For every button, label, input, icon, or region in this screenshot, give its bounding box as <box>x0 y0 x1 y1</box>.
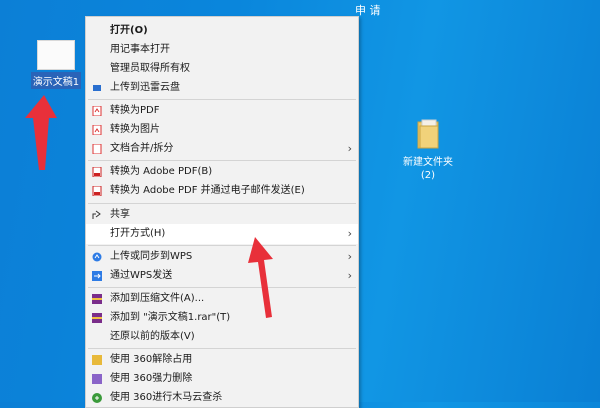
desktop-document[interactable]: 演示文稿1 <box>28 40 84 89</box>
menu-separator <box>88 203 356 204</box>
menu-separator <box>88 99 356 100</box>
menu-item-convert-image[interactable]: 转换为图片 <box>86 120 358 140</box>
menu-separator <box>88 160 356 161</box>
menu-item-add-rar[interactable]: 添加到 "演示文稿1.rar"(T) <box>86 308 358 328</box>
arrow-left-annotation <box>25 95 57 170</box>
pdf-icon <box>92 106 102 116</box>
folder-label-line2: (2) <box>420 170 436 181</box>
chevron-right-icon: › <box>347 227 352 240</box>
menu-separator <box>88 287 356 288</box>
menu-item-open[interactable]: 打开(O) <box>86 21 358 41</box>
document-label: 演示文稿1 <box>30 72 82 89</box>
folder-label-line1: 新建文件夹 <box>403 157 453 168</box>
chevron-right-icon: › <box>347 142 352 155</box>
menu-item-adobe-pdf-email[interactable]: 转换为 Adobe PDF 并通过电子邮件发送(E) <box>86 181 358 201</box>
winrar-icon <box>92 294 102 304</box>
merge-icon <box>92 144 102 154</box>
winrar-icon <box>92 313 102 323</box>
adobe-pdf-icon <box>92 167 102 177</box>
menu-item-open-notepad[interactable]: 用记事本打开 <box>86 40 358 60</box>
menu-item-open-with[interactable]: 打开方式(H) › <box>86 224 358 244</box>
unlock-icon <box>92 355 102 365</box>
menu-item-360-scan[interactable]: 使用 360进行木马云查杀 <box>86 388 358 407</box>
menu-separator <box>88 245 356 246</box>
menu-item-adobe-pdf[interactable]: 转换为 Adobe PDF(B) <box>86 162 358 182</box>
shred-icon <box>92 374 102 384</box>
desktop-folder[interactable]: 新建文件夹 (2) <box>398 118 458 182</box>
context-menu: 打开(O) 用记事本打开 管理员取得所有权 上传到迅雷云盘 转换为PDF 转换为… <box>85 16 359 408</box>
menu-item-wps-send[interactable]: 通过WPS发送 › <box>86 266 358 286</box>
menu-item-share[interactable]: 共享 <box>86 205 358 225</box>
folder-icon <box>417 119 439 149</box>
menu-item-360-delete[interactable]: 使用 360强力删除 <box>86 369 358 389</box>
image-convert-icon <box>92 125 102 135</box>
menu-item-upload-xunlei[interactable]: 上传到迅雷云盘 <box>86 78 358 98</box>
document-icon <box>37 40 75 70</box>
menu-item-take-ownership[interactable]: 管理员取得所有权 <box>86 59 358 79</box>
chevron-right-icon: › <box>347 250 352 263</box>
menu-item-360-unlock[interactable]: 使用 360解除占用 <box>86 350 358 370</box>
wps-send-icon <box>92 271 102 281</box>
menu-item-add-archive[interactable]: 添加到压缩文件(A)... <box>86 289 358 309</box>
menu-separator <box>88 348 356 349</box>
menu-item-wps-sync[interactable]: 上传或同步到WPS › <box>86 247 358 267</box>
menu-item-restore-versions[interactable]: 还原以前的版本(V) <box>86 327 358 347</box>
menu-item-merge-split[interactable]: 文档合并/拆分 › <box>86 139 358 159</box>
share-icon <box>92 210 101 219</box>
cloud-icon <box>93 85 101 91</box>
menu-item-convert-pdf[interactable]: 转换为PDF <box>86 101 358 121</box>
chevron-right-icon: › <box>347 269 352 282</box>
adobe-pdf-email-icon <box>92 186 102 196</box>
wps-cloud-icon <box>92 252 102 262</box>
